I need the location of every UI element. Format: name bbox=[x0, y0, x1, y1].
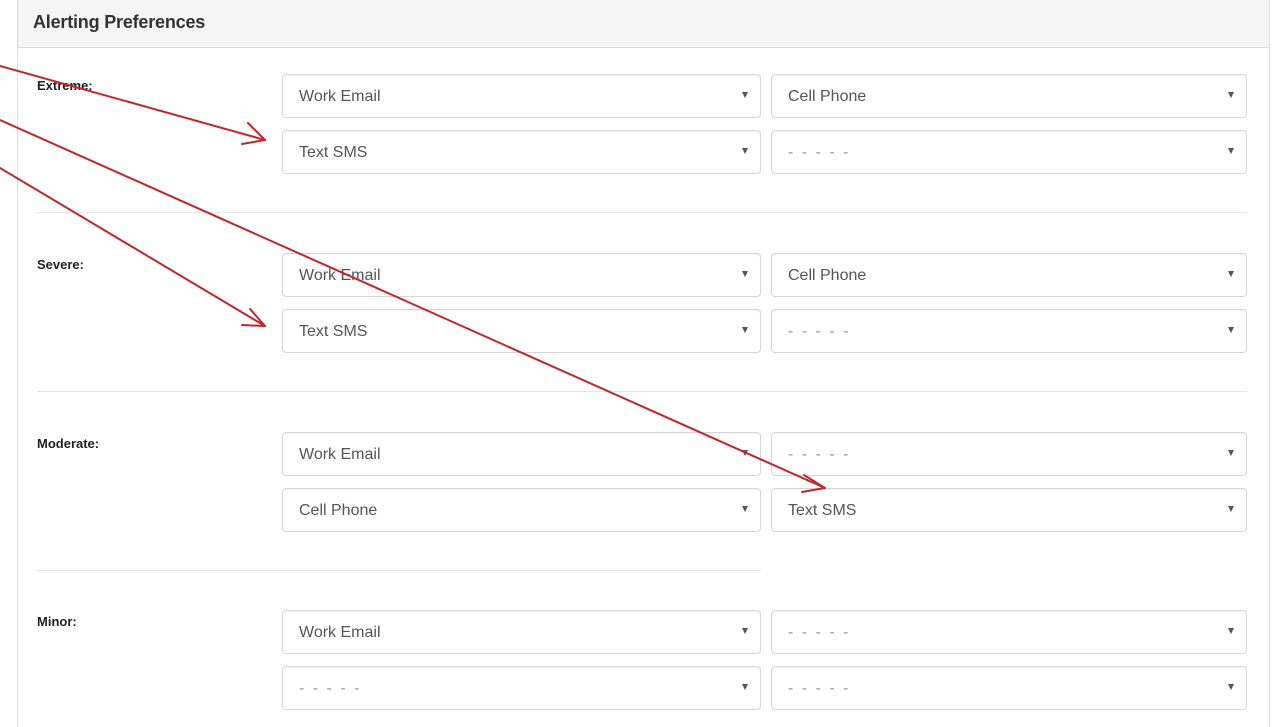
select-value: Text SMS bbox=[788, 502, 857, 519]
level-label-severe: Severe: bbox=[37, 257, 84, 272]
caret-down-icon bbox=[1228, 327, 1234, 333]
select-value: Cell Phone bbox=[788, 267, 867, 284]
panel-heading: Alerting Preferences bbox=[18, 0, 1269, 48]
caret-down-icon bbox=[1228, 628, 1234, 634]
select-value: Work Email bbox=[299, 267, 381, 284]
select-value: - - - - - bbox=[788, 144, 851, 161]
caret-down-icon bbox=[742, 271, 748, 277]
select-value: Cell Phone bbox=[299, 502, 378, 519]
select-value: - - - - - bbox=[299, 680, 362, 697]
moderate-select-4[interactable]: Text SMS bbox=[771, 488, 1247, 532]
select-value: - - - - - bbox=[788, 323, 851, 340]
level-label-extreme: Extreme: bbox=[37, 78, 93, 93]
select-value: - - - - - bbox=[788, 446, 851, 463]
caret-down-icon bbox=[742, 327, 748, 333]
severe-select-2[interactable]: Cell Phone bbox=[771, 253, 1247, 297]
select-value: Work Email bbox=[299, 446, 381, 463]
caret-down-icon bbox=[742, 684, 748, 690]
minor-select-1[interactable]: Work Email bbox=[282, 610, 761, 654]
caret-down-icon bbox=[1228, 506, 1234, 512]
extreme-select-2[interactable]: Cell Phone bbox=[771, 74, 1247, 118]
severe-select-3[interactable]: Text SMS bbox=[282, 309, 761, 353]
select-value: Text SMS bbox=[299, 144, 368, 161]
severe-select-1[interactable]: Work Email bbox=[282, 253, 761, 297]
extreme-select-3[interactable]: Text SMS bbox=[282, 130, 761, 174]
section-divider bbox=[37, 212, 1247, 213]
moderate-select-3[interactable]: Cell Phone bbox=[282, 488, 761, 532]
caret-down-icon bbox=[742, 628, 748, 634]
panel-title: Alerting Preferences bbox=[33, 12, 206, 32]
level-label-minor: Minor: bbox=[37, 614, 77, 629]
caret-down-icon bbox=[1228, 450, 1234, 456]
moderate-select-2[interactable]: - - - - - bbox=[771, 432, 1247, 476]
caret-down-icon bbox=[742, 92, 748, 98]
section-divider bbox=[37, 391, 1247, 392]
caret-down-icon bbox=[742, 148, 748, 154]
minor-select-2[interactable]: - - - - - bbox=[771, 610, 1247, 654]
extreme-select-4[interactable]: - - - - - bbox=[771, 130, 1247, 174]
minor-select-4[interactable]: - - - - - bbox=[771, 666, 1247, 710]
select-value: - - - - - bbox=[788, 680, 851, 697]
caret-down-icon bbox=[1228, 684, 1234, 690]
caret-down-icon bbox=[742, 450, 748, 456]
minor-select-3[interactable]: - - - - - bbox=[282, 666, 761, 710]
extreme-select-1[interactable]: Work Email bbox=[282, 74, 761, 118]
select-value: Text SMS bbox=[299, 323, 368, 340]
section-divider bbox=[37, 570, 761, 571]
caret-down-icon bbox=[1228, 271, 1234, 277]
select-value: Work Email bbox=[299, 88, 381, 105]
severe-select-4[interactable]: - - - - - bbox=[771, 309, 1247, 353]
caret-down-icon bbox=[1228, 92, 1234, 98]
select-value: - - - - - bbox=[788, 624, 851, 641]
moderate-select-1[interactable]: Work Email bbox=[282, 432, 761, 476]
select-value: Cell Phone bbox=[788, 88, 867, 105]
level-label-moderate: Moderate: bbox=[37, 436, 100, 451]
caret-down-icon bbox=[1228, 148, 1234, 154]
select-value: Work Email bbox=[299, 624, 381, 641]
caret-down-icon bbox=[742, 506, 748, 512]
